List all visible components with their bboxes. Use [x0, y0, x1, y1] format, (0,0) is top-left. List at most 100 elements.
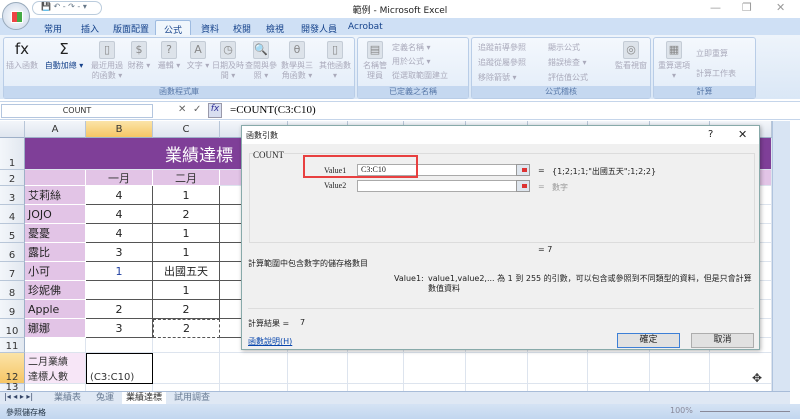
- show-formulas-button[interactable]: 顯示公式: [548, 42, 580, 53]
- collapse-dialog-icon[interactable]: [516, 164, 530, 176]
- sheet-tab[interactable]: 兔運: [92, 392, 118, 404]
- row-header[interactable]: 3: [0, 186, 25, 205]
- name-cell[interactable]: 憂憂: [25, 224, 86, 243]
- data-cell[interactable]: 2: [153, 205, 220, 224]
- data-cell[interactable]: 1: [86, 262, 153, 281]
- data-cell[interactable]: 2: [153, 300, 220, 319]
- close-button[interactable]: ✕: [776, 1, 785, 14]
- name-cell[interactable]: 露比: [25, 243, 86, 262]
- data-cell[interactable]: 3: [86, 319, 153, 338]
- dialog-close-button[interactable]: ✕: [738, 128, 747, 141]
- trace-dependents-button[interactable]: 追蹤從屬參照: [478, 57, 526, 68]
- cell[interactable]: [153, 384, 220, 391]
- row-header[interactable]: 4: [0, 205, 25, 224]
- data-cell[interactable]: 出國五天: [153, 262, 220, 281]
- sheet-tab[interactable]: 試用調查: [170, 392, 214, 404]
- library-button-3[interactable]: $ 財務 ▾: [126, 41, 152, 71]
- tab-8[interactable]: Acrobat: [340, 20, 391, 36]
- vertical-scrollbar[interactable]: [772, 121, 790, 391]
- cell[interactable]: [25, 384, 86, 391]
- cell[interactable]: [588, 384, 650, 391]
- cell[interactable]: [528, 384, 588, 391]
- cell[interactable]: [348, 384, 404, 391]
- cell[interactable]: [220, 384, 288, 391]
- tab-0[interactable]: 常用: [36, 20, 70, 36]
- function-help-link[interactable]: 函數說明(H): [248, 336, 292, 347]
- row-header[interactable]: 8: [0, 281, 25, 300]
- cell[interactable]: [153, 338, 220, 353]
- cell[interactable]: [288, 384, 348, 391]
- row-header[interactable]: 10: [0, 319, 25, 338]
- row-header[interactable]: 7: [0, 262, 25, 281]
- sheet-tab[interactable]: 業績表: [50, 392, 85, 404]
- cell[interactable]: [404, 384, 466, 391]
- cell[interactable]: [404, 353, 466, 384]
- cell[interactable]: [153, 353, 220, 384]
- error-checking-button[interactable]: 錯誤檢查 ▾: [548, 57, 587, 68]
- library-button-9[interactable]: ▯ 其他函數 ▾: [316, 41, 354, 81]
- cell[interactable]: [86, 384, 153, 391]
- month-header[interactable]: 一月: [86, 170, 153, 186]
- row-header[interactable]: 12: [0, 353, 25, 384]
- cell[interactable]: [220, 353, 288, 384]
- create-from-selection-button[interactable]: 從選取範圍建立: [392, 70, 448, 81]
- minimize-button[interactable]: —: [710, 1, 721, 14]
- ok-button[interactable]: 確定: [617, 333, 680, 348]
- cell[interactable]: [588, 353, 650, 384]
- cell[interactable]: [25, 170, 86, 186]
- library-button-6[interactable]: ◷ 日期及時間 ▾: [212, 41, 244, 81]
- name-cell[interactable]: Apple: [25, 300, 86, 319]
- library-button-2[interactable]: ▯ 最近用過的函數 ▾: [88, 41, 126, 81]
- sheet-nav-icons[interactable]: |◂ ◂ ▸ ▸|: [4, 392, 33, 401]
- name-cell[interactable]: 艾莉絲: [25, 186, 86, 205]
- row-header[interactable]: 13: [0, 382, 25, 391]
- label-cell[interactable]: 二月業績 達標人數: [25, 353, 86, 384]
- data-cell[interactable]: 2: [153, 319, 220, 338]
- cell[interactable]: [25, 338, 86, 353]
- library-button-8[interactable]: θ 數學與三角函數 ▾: [278, 41, 316, 81]
- data-cell[interactable]: 4: [86, 224, 153, 243]
- row-header[interactable]: 9: [0, 300, 25, 319]
- name-cell[interactable]: 小可: [25, 262, 86, 281]
- sheet-tab[interactable]: 業績達標: [122, 392, 167, 404]
- row-header[interactable]: 11: [0, 338, 25, 353]
- library-button-4[interactable]: ? 邏輯 ▾: [154, 41, 184, 71]
- zoom-slider[interactable]: [700, 411, 790, 412]
- row-header[interactable]: 6: [0, 243, 25, 262]
- library-button-1[interactable]: Σ 自動加總 ▾: [42, 41, 86, 71]
- name-manager-button[interactable]: ▤ 名稱管理員: [360, 41, 390, 81]
- cell[interactable]: [466, 384, 528, 391]
- cell[interactable]: [288, 353, 348, 384]
- tab-5[interactable]: 校閱: [225, 20, 259, 36]
- data-cell[interactable]: 1: [153, 281, 220, 300]
- evaluate-formula-button[interactable]: 評估值公式: [548, 72, 588, 83]
- collapse-dialog-icon[interactable]: [516, 180, 530, 192]
- data-cell[interactable]: [86, 281, 153, 300]
- data-cell[interactable]: 3: [86, 243, 153, 262]
- insert-function-icon[interactable]: fx: [208, 103, 222, 118]
- calc-sheet-button[interactable]: 計算工作表: [696, 68, 736, 79]
- row-header[interactable]: 5: [0, 224, 25, 243]
- cell[interactable]: [650, 353, 710, 384]
- library-button-7[interactable]: 🔍 查閱與參照 ▾: [244, 41, 278, 81]
- tab-1[interactable]: 插入: [73, 20, 107, 36]
- select-all-corner[interactable]: [0, 121, 25, 138]
- cell[interactable]: [86, 338, 153, 353]
- define-name-button[interactable]: 定義名稱 ▾: [392, 42, 431, 53]
- cell[interactable]: [466, 353, 528, 384]
- trace-precedents-button[interactable]: 追蹤前導參照: [478, 42, 526, 53]
- cell[interactable]: [528, 353, 588, 384]
- use-in-formula-button[interactable]: 用於公式 ▾: [392, 56, 431, 67]
- data-cell[interactable]: 4: [86, 186, 153, 205]
- remove-arrows-button[interactable]: 移除箭號 ▾: [478, 72, 517, 83]
- column-header[interactable]: C: [153, 121, 220, 138]
- active-cell-editing[interactable]: (C3:C10): [86, 353, 153, 384]
- name-cell[interactable]: 珍妮佛: [25, 281, 86, 300]
- calc-now-button[interactable]: 立即重算: [696, 48, 728, 59]
- cancel-icon[interactable]: ✕: [178, 104, 186, 115]
- restore-button[interactable]: ❐: [742, 1, 752, 14]
- office-button[interactable]: [2, 2, 30, 30]
- name-cell[interactable]: JOJO: [25, 205, 86, 224]
- tab-6[interactable]: 檢視: [258, 20, 292, 36]
- month-header[interactable]: 二月: [153, 170, 220, 186]
